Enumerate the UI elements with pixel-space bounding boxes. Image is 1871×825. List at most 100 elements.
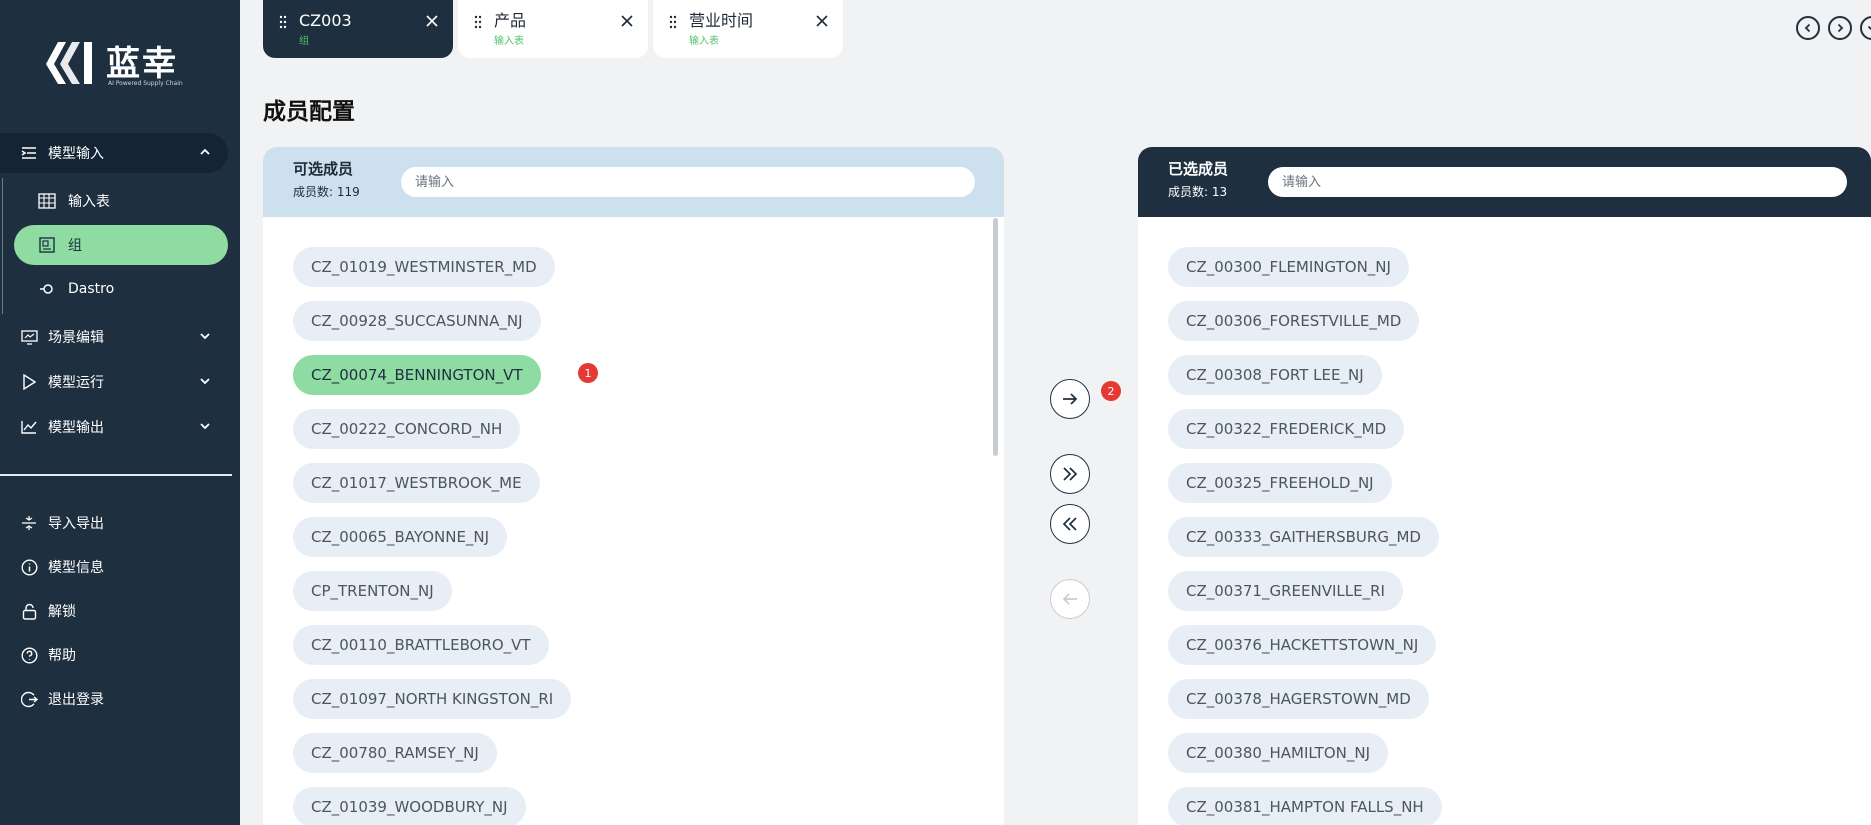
sidebar-item-model-info[interactable]: 模型信息: [0, 547, 228, 587]
count-value: 119: [336, 185, 360, 199]
sidebar-subitem-label: 组: [68, 238, 82, 254]
member-chip[interactable]: CZ_01039_WOODBURY_NJ: [293, 787, 526, 825]
play-icon: [20, 373, 38, 391]
close-icon[interactable]: [620, 14, 634, 28]
tab-scroll-right-button[interactable]: [1828, 16, 1852, 40]
move-all-right-button[interactable]: [1050, 454, 1090, 494]
step-badge-2: 2: [1101, 381, 1121, 401]
chevron-down-icon: [200, 423, 210, 430]
member-chip[interactable]: CZ_00371_GREENVILLE_RI: [1168, 571, 1403, 611]
sidebar-item-label: 帮助: [48, 648, 76, 664]
count-value: 13: [1211, 185, 1228, 199]
chevron-left-icon: [1804, 23, 1811, 33]
sidebar-item-model-output[interactable]: 模型输出: [0, 407, 228, 447]
member-chip[interactable]: CZ_00333_GAITHERSBURG_MD: [1168, 517, 1439, 557]
line-chart-icon: [20, 418, 38, 436]
unlock-icon: [20, 602, 38, 620]
drag-handle-icon[interactable]: [669, 15, 677, 29]
step-badge-1: 1: [578, 363, 598, 383]
chevron-up-icon: [200, 148, 210, 155]
sidebar-item-label: 模型输出: [48, 420, 104, 436]
sidebar-subitem-group[interactable]: 组: [14, 225, 228, 265]
list-indent-icon: [20, 144, 38, 162]
member-chip[interactable]: CZ_00322_FREDERICK_MD: [1168, 409, 1405, 449]
scene-monitor-icon: [20, 328, 38, 346]
page-title: 成员配置: [263, 99, 355, 125]
sidebar-item-label: 场景编辑: [48, 330, 104, 346]
arrow-right-icon: [1063, 393, 1078, 405]
sidebar-item-model-run[interactable]: 模型运行: [0, 362, 228, 402]
member-chip[interactable]: CZ_00110_BRATTLEBORO_VT: [293, 625, 549, 665]
member-chip[interactable]: CZ_00928_SUCCASUNNA_NJ: [293, 301, 541, 341]
sidebar-subitem-dastro[interactable]: Dastro: [14, 269, 228, 309]
double-chevron-left-icon: [1062, 517, 1077, 531]
logout-icon: [20, 690, 38, 708]
move-selected-left-button[interactable]: [1050, 579, 1090, 619]
member-chip[interactable]: CZ_00308_FORT LEE_NJ: [1168, 355, 1382, 395]
available-list-scrollbar[interactable]: [993, 218, 998, 456]
tab-business-hours[interactable]: 营业时间 输入表: [653, 0, 843, 58]
chevron-down-icon: [1867, 25, 1871, 31]
sidebar: 蓝幸 AI Powered Supply Chain 模型输入 输入表 组 Da…: [0, 0, 240, 825]
count-label: 成员数:: [1168, 185, 1212, 199]
sidebar-item-import-export[interactable]: 导入导出: [0, 503, 228, 543]
member-chip[interactable]: CP_TRENTON_NJ: [293, 571, 452, 611]
submenu-rail: [2, 178, 3, 314]
help-icon: [20, 646, 38, 664]
group-box-icon: [38, 236, 56, 254]
tab-cz003[interactable]: CZ003 组: [263, 0, 453, 58]
member-chip[interactable]: CZ_01017_WESTBROOK_ME: [293, 463, 540, 503]
sidebar-item-label: 模型输入: [48, 146, 104, 162]
sidebar-item-scene-edit[interactable]: 场景编辑: [0, 317, 228, 357]
chevron-right-icon: [1837, 23, 1844, 33]
member-chip[interactable]: CZ_00306_FORESTVILLE_MD: [1168, 301, 1420, 341]
sidebar-item-unlock[interactable]: 解锁: [0, 591, 228, 631]
import-export-icon: [20, 514, 38, 532]
sidebar-subitem-label: 输入表: [68, 194, 110, 210]
member-chip[interactable]: CZ_00065_BAYONNE_NJ: [293, 517, 508, 557]
double-chevron-right-icon: [1063, 467, 1078, 481]
sidebar-subitem-label: Dastro: [68, 281, 115, 297]
member-chip[interactable]: CZ_01019_WESTMINSTER_MD: [293, 247, 555, 287]
sidebar-item-model-input[interactable]: 模型输入: [0, 133, 228, 173]
move-selected-right-button[interactable]: [1050, 379, 1090, 419]
info-icon: [20, 558, 38, 576]
tab-product[interactable]: 产品 输入表: [458, 0, 648, 58]
sidebar-item-help[interactable]: 帮助: [0, 635, 228, 675]
brand-logo-mark-icon: [46, 42, 92, 84]
selected-members-panel: 已选成员 成员数: 13 CZ_00300_FLEMINGTON_NJ CZ_0…: [1138, 147, 1871, 825]
count-label: 成员数:: [293, 185, 337, 199]
member-chip[interactable]: CZ_01097_NORTH KINGSTON_RI: [293, 679, 572, 719]
member-chip[interactable]: CZ_00380_HAMILTON_NJ: [1168, 733, 1388, 773]
brand-tagline: AI Powered Supply Chain: [108, 80, 183, 87]
move-all-left-button[interactable]: [1050, 504, 1090, 544]
member-chip[interactable]: CZ_00780_RAMSEY_NJ: [293, 733, 497, 773]
member-chip[interactable]: CZ_00325_FREEHOLD_NJ: [1168, 463, 1392, 503]
member-chip[interactable]: CZ_00378_HAGERSTOWN_MD: [1168, 679, 1429, 719]
tab-scroll-left-button[interactable]: [1796, 16, 1820, 40]
drag-handle-icon[interactable]: [474, 15, 482, 29]
member-chip[interactable]: CZ_00222_CONCORD_NH: [293, 409, 521, 449]
selected-members-header: 已选成员 成员数: 13: [1138, 147, 1871, 217]
tab-subtitle: 组: [299, 36, 309, 47]
close-icon[interactable]: [425, 14, 439, 28]
sidebar-item-label: 模型运行: [48, 375, 104, 391]
brand-logo[interactable]: 蓝幸 AI Powered Supply Chain: [44, 36, 194, 92]
sidebar-item-label: 解锁: [48, 604, 76, 620]
selected-search-input[interactable]: [1268, 167, 1847, 197]
sidebar-item-label: 退出登录: [48, 692, 104, 708]
sidebar-item-logout[interactable]: 退出登录: [0, 679, 228, 719]
member-chip[interactable]: CZ_00381_HAMPTON FALLS_NH: [1168, 787, 1442, 825]
sidebar-item-label: 导入导出: [48, 516, 104, 532]
member-chip-selected[interactable]: CZ_00074_BENNINGTON_VT: [293, 355, 541, 395]
tab-list-dropdown-button[interactable]: [1860, 16, 1871, 40]
available-search-input[interactable]: [401, 167, 975, 197]
member-chip[interactable]: CZ_00376_HACKETTSTOWN_NJ: [1168, 625, 1437, 665]
sidebar-subitem-input-table[interactable]: 输入表: [14, 181, 228, 221]
close-icon[interactable]: [815, 14, 829, 28]
available-members-header: 可选成员 成员数: 119: [263, 147, 1004, 217]
drag-handle-icon[interactable]: [279, 15, 287, 29]
tab-scroll-controls: [1796, 16, 1871, 40]
brand-name: 蓝幸: [106, 44, 178, 84]
member-chip[interactable]: CZ_00300_FLEMINGTON_NJ: [1168, 247, 1409, 287]
